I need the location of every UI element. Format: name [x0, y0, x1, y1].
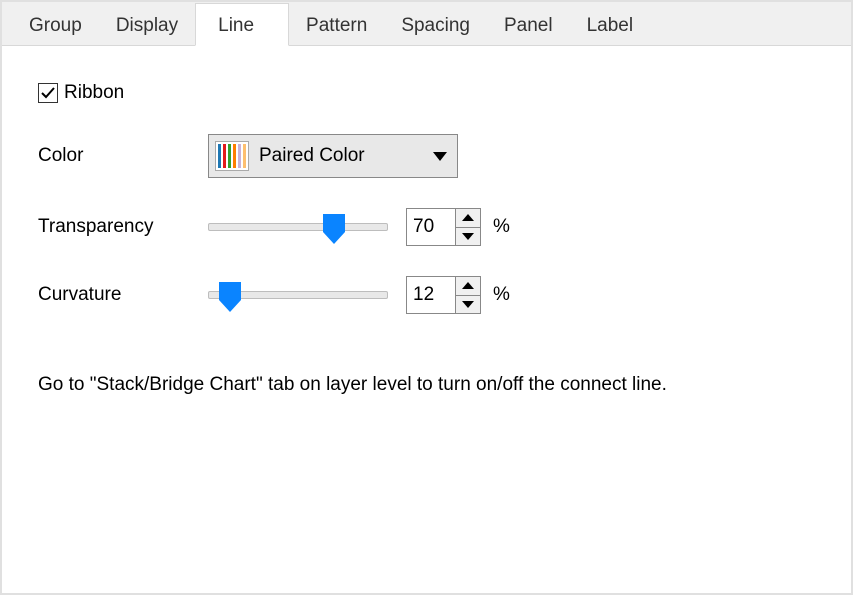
tab-content-line: Ribbon Color Paired Color Transparency	[2, 46, 851, 446]
transparency-label: Transparency	[38, 216, 208, 238]
curvature-step-up[interactable]	[456, 277, 480, 296]
curvature-input[interactable]	[407, 277, 455, 313]
color-dropdown[interactable]: Paired Color	[208, 134, 458, 178]
caret-up-icon	[462, 214, 474, 221]
transparency-spinner	[406, 208, 481, 246]
caret-down-icon	[462, 233, 474, 240]
tab-label: Pattern	[306, 15, 367, 37]
tab-display[interactable]: Display	[99, 3, 195, 46]
tab-pattern[interactable]: Pattern	[289, 3, 384, 46]
chevron-down-icon	[433, 152, 447, 161]
checkmark-icon	[40, 85, 56, 101]
slider-thumb[interactable]	[323, 214, 345, 244]
curvature-spinner	[406, 276, 481, 314]
curvature-label: Curvature	[38, 284, 208, 306]
help-text: Go to "Stack/Bridge Chart" tab on layer …	[38, 374, 667, 396]
tab-spacing[interactable]: Spacing	[384, 3, 487, 46]
tab-label[interactable]: Label	[570, 3, 651, 46]
dialog-panel: Group Display Line Pattern Spacing Panel…	[0, 0, 853, 595]
color-label: Color	[38, 145, 208, 167]
transparency-step-down[interactable]	[456, 228, 480, 246]
ribbon-label: Ribbon	[64, 82, 124, 104]
color-swatch-icon	[215, 141, 249, 171]
transparency-step-up[interactable]	[456, 209, 480, 228]
tab-strip: Group Display Line Pattern Spacing Panel…	[2, 2, 851, 46]
transparency-slider[interactable]	[208, 212, 388, 242]
tab-label: Display	[116, 15, 178, 37]
ribbon-checkbox[interactable]	[38, 83, 58, 103]
slider-track	[208, 223, 388, 231]
tab-label: Label	[587, 15, 634, 37]
color-selected-text: Paired Color	[259, 145, 423, 167]
curvature-unit: %	[493, 284, 510, 306]
tab-panel[interactable]: Panel	[487, 3, 570, 46]
transparency-input[interactable]	[407, 209, 455, 245]
transparency-unit: %	[493, 216, 510, 238]
tab-label: Group	[29, 15, 82, 37]
curvature-slider[interactable]	[208, 280, 388, 310]
tab-label: Spacing	[401, 15, 470, 37]
curvature-step-down[interactable]	[456, 296, 480, 314]
caret-down-icon	[462, 301, 474, 308]
slider-thumb[interactable]	[219, 282, 241, 312]
caret-up-icon	[462, 282, 474, 289]
tab-group[interactable]: Group	[12, 3, 99, 46]
tab-label: Line	[218, 15, 254, 37]
tab-line[interactable]: Line	[195, 3, 289, 46]
tab-label: Panel	[504, 15, 553, 37]
